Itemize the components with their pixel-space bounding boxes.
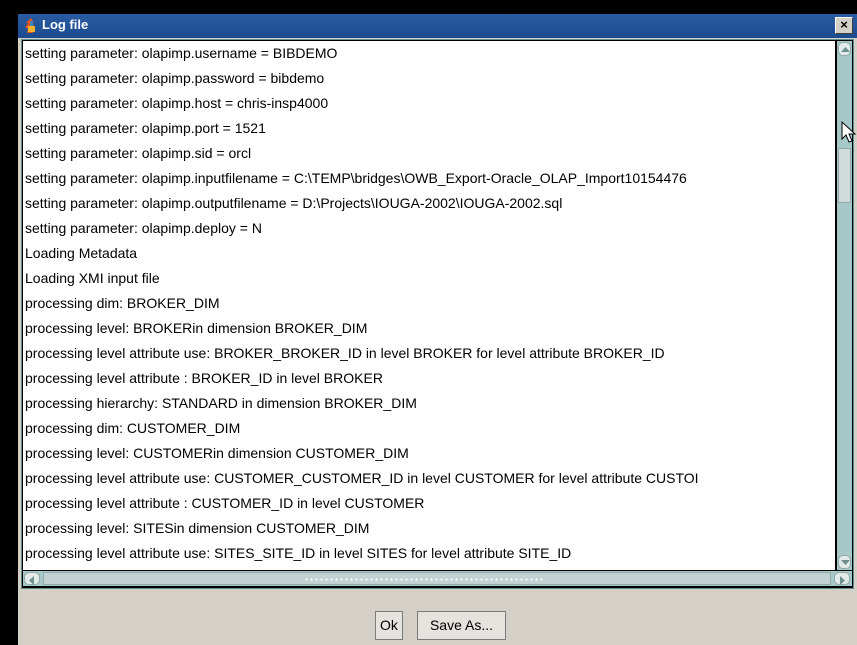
log-line: setting parameter: olapimp.deploy = N	[25, 220, 262, 236]
arrow-right-icon	[840, 576, 845, 585]
close-icon: ×	[840, 17, 848, 32]
log-line: Loading XMI input file	[25, 270, 160, 286]
scroll-right-button[interactable]	[834, 572, 850, 585]
log-line: setting parameter: olapimp.host = chris-…	[25, 95, 329, 111]
log-line: processing level: BROKERin dimension BRO…	[25, 320, 368, 336]
app-icon	[23, 17, 39, 34]
log-line: setting parameter: olapimp.username = BI…	[25, 45, 338, 61]
log-line: setting parameter: olapimp.sid = orcl	[25, 145, 252, 161]
scroll-left-button[interactable]	[24, 572, 40, 585]
log-text-area[interactable]: setting parameter: olapimp.username = BI…	[23, 41, 835, 570]
horizontal-scrollbar[interactable]	[23, 571, 852, 586]
arrow-up-icon	[841, 47, 850, 52]
arrow-down-icon	[841, 560, 850, 565]
save-as-button[interactable]: Save As...	[417, 611, 506, 640]
log-line: processing dim: BROKER_DIM	[25, 295, 220, 311]
log-line: processing level attribute : CUSTOMER_ID…	[25, 495, 425, 511]
horizontal-scroll-thumb[interactable]	[43, 572, 831, 585]
log-line: processing hierarchy: STANDARD in dimens…	[25, 395, 417, 411]
log-line: processing level: SITESin dimension CUST…	[25, 520, 370, 536]
log-line: setting parameter: olapimp.inputfilename…	[25, 170, 687, 186]
mouse-cursor-icon	[841, 121, 857, 143]
title-bar[interactable]: Log file ×	[18, 14, 857, 38]
close-button[interactable]: ×	[835, 17, 853, 34]
log-line: processing level: CUSTOMERin dimension C…	[25, 445, 409, 461]
scroll-down-button[interactable]	[838, 555, 851, 569]
log-line: processing level attribute use: CUSTOMER…	[25, 470, 699, 486]
ok-button[interactable]: Ok	[375, 611, 403, 640]
log-frame: setting parameter: olapimp.username = BI…	[21, 39, 854, 589]
log-file-dialog: Log file × setting parameter: olapimp.us…	[18, 14, 857, 645]
log-line: Loading Metadata	[25, 245, 138, 261]
window-title: Log file	[42, 17, 89, 32]
scroll-up-button[interactable]	[838, 42, 851, 56]
log-line: processing level attribute use: SITES_SI…	[25, 545, 572, 561]
log-line: processing level attribute : BROKER_ID i…	[25, 370, 383, 386]
arrow-left-icon	[29, 576, 34, 585]
log-line: processing level attribute use: BROKER_B…	[25, 345, 665, 361]
log-line: processing dim: CUSTOMER_DIM	[25, 420, 241, 436]
scroll-grip	[304, 577, 544, 582]
log-line: setting parameter: olapimp.password = bi…	[25, 70, 325, 86]
log-line: setting parameter: olapimp.port = 1521	[25, 120, 266, 136]
vertical-scroll-thumb[interactable]	[838, 148, 851, 203]
log-line: setting parameter: olapimp.outputfilenam…	[25, 195, 563, 211]
